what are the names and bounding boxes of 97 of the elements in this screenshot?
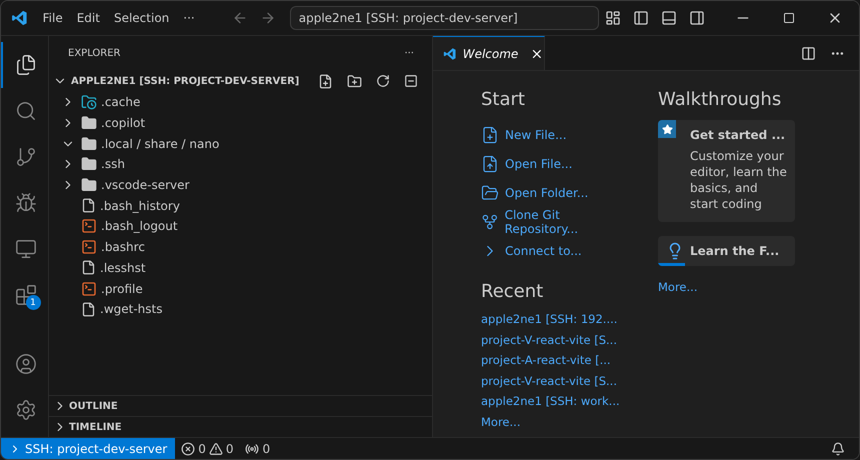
section-heading: Walkthroughs (658, 89, 782, 110)
recent-link[interactable]: apple2ne1 [SSH: 192.... (481, 312, 634, 332)
problems-indicator[interactable]: 0 0 (175, 442, 240, 456)
vscode-logo-icon (11, 9, 28, 27)
account-icon (14, 353, 36, 375)
start-link[interactable]: Clone Git Repository... (481, 207, 634, 236)
terminal-file-icon (81, 280, 97, 297)
settings-icon (14, 399, 36, 421)
more-link[interactable]: More... (481, 414, 634, 435)
command-center[interactable]: apple2ne1 [SSH: project-dev-server] (290, 6, 599, 30)
branch-icon (481, 212, 499, 230)
terminal-file-icon (81, 239, 97, 256)
maximize-icon[interactable] (783, 12, 795, 24)
file-name: .cache (101, 95, 140, 110)
tree-item[interactable]: .copilot (49, 112, 432, 134)
folder-root-label[interactable]: APPLE2NE1 [SSH: PROJECT-DEV-SERVER] (71, 76, 300, 86)
tree-item[interactable]: .lesshst (49, 258, 432, 278)
file-name: .profile (101, 282, 143, 296)
more-link[interactable]: More... (658, 280, 808, 300)
star-icon (662, 124, 672, 134)
tree-item[interactable]: .bash_logout (49, 216, 432, 237)
file-name: .wget-hsts (100, 302, 162, 316)
card-description: Customize your editor, learn the basics, and start coding (690, 148, 787, 212)
warning-icon (208, 442, 223, 456)
file-icon (81, 260, 96, 276)
panel-left-icon[interactable] (633, 10, 649, 26)
bell-icon[interactable] (831, 442, 845, 456)
section-header[interactable]: OUTLINE (49, 395, 432, 416)
folder-icon (81, 115, 97, 132)
ports-indicator[interactable]: 0 (239, 442, 276, 456)
tree-item[interactable]: .cache (49, 92, 432, 113)
count-badge: 1 (26, 295, 40, 310)
file-icon (481, 154, 499, 172)
remote-indicator[interactable]: SSH: project-dev-server (1, 438, 176, 459)
forward-icon[interactable] (260, 10, 276, 26)
start-link[interactable]: Open File... (481, 149, 634, 178)
walkthrough-card[interactable]: Learn the F... (658, 236, 795, 266)
tree-item[interactable]: .ssh (49, 154, 432, 175)
branch-icon (14, 146, 36, 168)
tree-item[interactable]: .wget-hsts (49, 298, 432, 320)
refresh-icon[interactable] (376, 74, 390, 88)
tree-item[interactable]: .bashrc (49, 236, 432, 258)
recent-link[interactable]: project-V-react-vite [S... (481, 374, 634, 394)
editor-tab[interactable]: Welcome (433, 36, 545, 70)
menu-item[interactable]: Selection (106, 11, 176, 25)
file-name: .bash_history (100, 198, 180, 213)
search-icon (14, 100, 36, 122)
menu-item[interactable]: File (36, 11, 70, 25)
blocks-icon (14, 284, 36, 306)
folder-icon (81, 177, 97, 194)
new-file-icon[interactable] (318, 74, 333, 88)
sidebar-title: EXPLORER (68, 48, 120, 58)
section-heading: Start (481, 89, 526, 110)
new-folder-icon[interactable] (347, 74, 362, 88)
tree-item[interactable]: .bash_history (49, 195, 432, 216)
tree-item[interactable]: .vscode-server (49, 174, 432, 196)
back-icon[interactable] (232, 10, 248, 26)
file-name: .vscode-server (101, 178, 190, 192)
activity-button[interactable]: 1 (1, 272, 48, 318)
layout-icon[interactable] (605, 10, 621, 26)
recent-link[interactable]: project-V-react-vite [S... (481, 332, 634, 353)
file-icon (81, 302, 96, 317)
file-name: .copilot (101, 116, 146, 130)
menu-item[interactable]: ··· (176, 11, 202, 25)
collapse-icon[interactable] (404, 74, 418, 88)
recent-link[interactable]: project-A-react-vite [... (481, 353, 634, 374)
file-name: .lesshst (100, 260, 146, 275)
error-icon (181, 442, 196, 456)
file-name: .bashrc (101, 240, 145, 254)
files-icon (14, 54, 36, 76)
monitor-icon (14, 238, 36, 260)
file-name: .ssh (101, 157, 125, 172)
menu-item[interactable]: Edit (70, 11, 107, 25)
file-name: .bash_logout (101, 219, 178, 234)
bug-icon (14, 192, 36, 214)
start-link[interactable]: Connect to... (481, 236, 634, 265)
tree-item[interactable]: .profile (49, 278, 432, 299)
folder-clock-icon (81, 94, 97, 110)
panel-bottom-icon[interactable] (661, 10, 677, 26)
recent-link[interactable]: apple2ne1 [SSH: work... (481, 394, 634, 414)
file-name: .local / share / nano (101, 136, 220, 151)
panel-right-icon[interactable] (689, 10, 705, 26)
more-actions[interactable]: ··· (404, 48, 414, 58)
folder-icon (481, 184, 499, 202)
file-icon (81, 198, 96, 214)
new-file-icon (481, 126, 499, 144)
terminal-file-icon (81, 218, 97, 234)
tree-item[interactable]: .local / share / nano (49, 133, 432, 154)
split-editor-icon[interactable] (801, 46, 816, 60)
start-link[interactable]: New File... (481, 120, 634, 149)
walkthrough-card[interactable]: Get started ... Customize your editor, learn the basics, and start coding (658, 120, 795, 222)
broadcast-icon (245, 442, 260, 456)
section-heading: Recent (481, 281, 544, 302)
folder-icon (81, 156, 97, 172)
folder-icon (81, 136, 97, 152)
start-link[interactable]: Open Folder... (481, 178, 634, 207)
vscode-logo-icon (443, 46, 457, 60)
